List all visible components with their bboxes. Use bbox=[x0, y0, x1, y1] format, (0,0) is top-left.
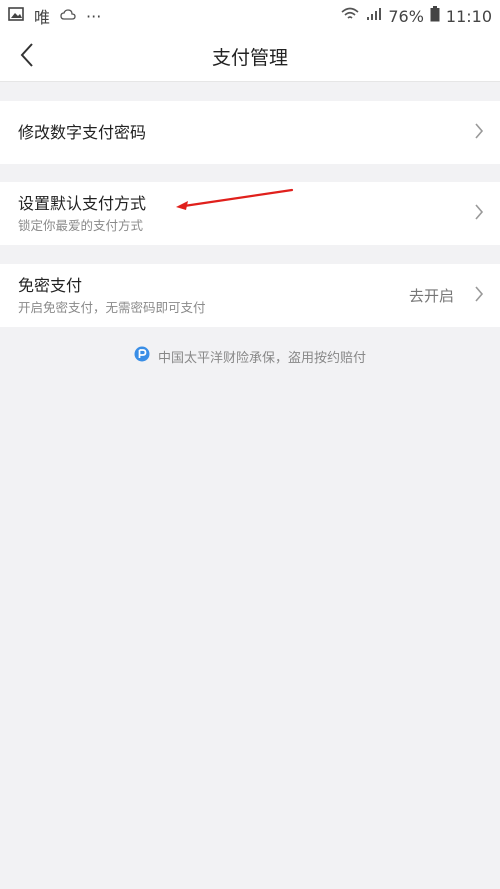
default-payment-method-item[interactable]: 设置默认支付方式 锁定你最爱的支付方式 bbox=[0, 182, 500, 245]
status-bar: 唯 ··· 76% 11:10 bbox=[0, 0, 500, 32]
battery-icon bbox=[430, 6, 440, 26]
insurance-note-text: 中国太平洋财险承保，盗用按约赔付 bbox=[157, 350, 366, 366]
list-item-title: 设置默认支付方式 bbox=[18, 193, 147, 213]
wifi-icon bbox=[340, 7, 360, 25]
list-item-title: 修改数字支付密码 bbox=[18, 122, 147, 142]
nav-bar: 支付管理 bbox=[0, 32, 500, 82]
page-title: 支付管理 bbox=[211, 47, 288, 69]
cloud-icon bbox=[60, 7, 76, 25]
status-app-glyph: 唯 bbox=[34, 8, 51, 27]
list-item-subtitle: 锁定你最爱的支付方式 bbox=[18, 217, 144, 233]
battery-percent: 76% bbox=[388, 6, 424, 26]
list-item-subtitle: 开启免密支付，无需密码即可支付 bbox=[18, 299, 206, 315]
chevron-right-icon bbox=[474, 285, 484, 306]
password-free-payment-item[interactable]: 免密支付 开启免密支付，无需密码即可支付 去开启 bbox=[0, 264, 500, 327]
chevron-right-icon bbox=[474, 203, 484, 224]
list-item-title: 免密支付 bbox=[18, 275, 83, 295]
signal-icon bbox=[366, 7, 382, 25]
insurance-note: 中国太平洋财险承保，盗用按约赔付 bbox=[0, 346, 500, 366]
chevron-left-icon bbox=[19, 42, 35, 72]
more-notifications-icon: ··· bbox=[86, 6, 102, 26]
back-button[interactable] bbox=[10, 40, 44, 74]
enable-status-value: 去开启 bbox=[408, 287, 454, 305]
gallery-icon bbox=[8, 7, 24, 25]
clock: 11:10 bbox=[445, 6, 492, 26]
insurance-shield-icon bbox=[134, 346, 150, 366]
change-payment-password-item[interactable]: 修改数字支付密码 bbox=[0, 101, 500, 164]
chevron-right-icon bbox=[474, 122, 484, 143]
